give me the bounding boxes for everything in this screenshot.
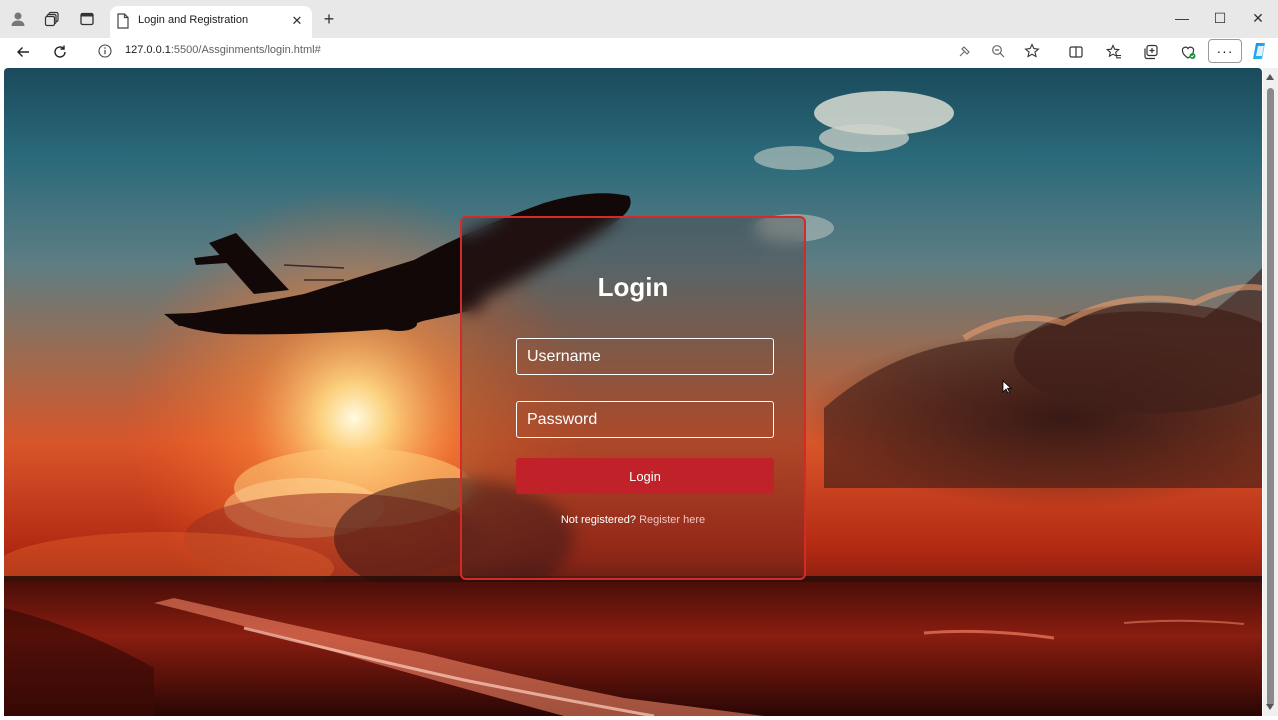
info-icon[interactable]: [98, 44, 112, 58]
tab-actions-icon[interactable]: [77, 9, 97, 29]
vertical-scrollbar[interactable]: [1263, 68, 1278, 716]
workspaces-icon[interactable]: [42, 9, 62, 29]
register-prompt: Not registered?: [560, 514, 637, 526]
favorites-icon[interactable]: [1104, 42, 1124, 62]
scroll-thumb[interactable]: [1267, 88, 1274, 706]
browser-toolbar: 127.0.0.1:5500/Assginments/login.html# ·…: [0, 38, 1278, 66]
minimize-button[interactable]: —: [1172, 8, 1192, 28]
split-screen-icon[interactable]: [1066, 42, 1086, 62]
login-card: Login Login Not registered? Register her…: [460, 216, 806, 580]
more-menu-button[interactable]: ···: [1208, 39, 1242, 63]
close-window-button[interactable]: ✕: [1248, 8, 1268, 28]
browser-essentials-icon[interactable]: [1178, 42, 1198, 62]
back-icon[interactable]: [13, 42, 33, 62]
new-tab-button[interactable]: +: [320, 10, 338, 28]
read-aloud-icon[interactable]: [957, 43, 973, 59]
register-link[interactable]: Register here: [639, 514, 705, 526]
login-title: Login: [597, 272, 669, 302]
zoom-icon[interactable]: [990, 43, 1006, 59]
username-input[interactable]: [516, 338, 774, 375]
mouse-cursor-icon: [1002, 380, 1013, 394]
scroll-up-icon[interactable]: [1266, 74, 1274, 80]
profile-icon[interactable]: [8, 9, 28, 29]
page-icon: [116, 13, 130, 29]
login-button[interactable]: Login: [516, 458, 774, 494]
register-line: Not registered? Register here: [462, 514, 804, 526]
tab-login-and-registration[interactable]: Login and Registration ✕: [110, 6, 312, 38]
tab-title: Login and Registration: [138, 14, 249, 26]
maximize-button[interactable]: ☐: [1210, 8, 1230, 28]
favorite-star-icon[interactable]: [1024, 43, 1040, 59]
url-host: 127.0.0.1: [125, 44, 171, 56]
refresh-icon[interactable]: [50, 42, 70, 62]
copilot-icon[interactable]: [1250, 41, 1270, 61]
collections-icon[interactable]: [1141, 42, 1161, 62]
tab-close-icon[interactable]: ✕: [290, 14, 304, 28]
address-bar[interactable]: 127.0.0.1:5500/Assginments/login.html#: [88, 38, 1052, 64]
scroll-down-icon[interactable]: [1266, 704, 1274, 710]
browser-titlebar: Login and Registration ✕ + — ☐ ✕: [0, 0, 1278, 38]
password-input[interactable]: [516, 401, 774, 438]
url-path: :5500/Assginments/login.html#: [170, 44, 321, 56]
url-text[interactable]: 127.0.0.1:5500/Assginments/login.html#: [125, 44, 321, 56]
